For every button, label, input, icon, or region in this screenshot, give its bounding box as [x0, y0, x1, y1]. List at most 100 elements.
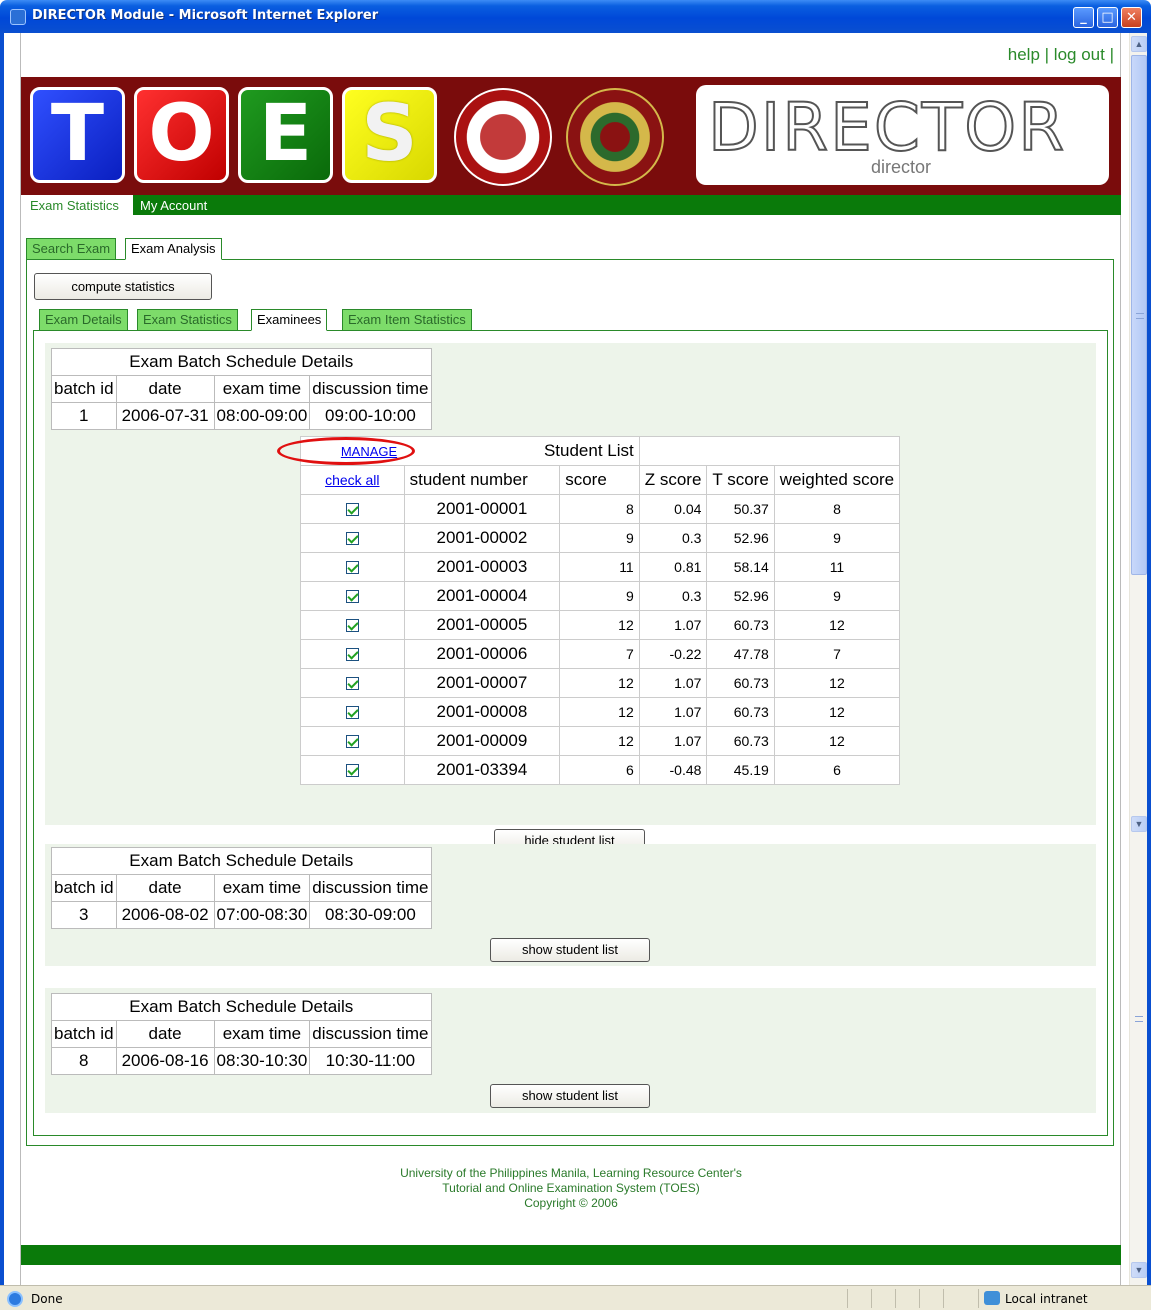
- col-discussion-time: discussion time: [309, 375, 432, 403]
- student-checkbox[interactable]: [345, 735, 359, 749]
- batch-exam-time: 08:00-09:00: [213, 402, 311, 430]
- student-checkbox[interactable]: [345, 532, 359, 546]
- student-score: 9: [559, 581, 640, 611]
- batch-date: 2006-08-16: [115, 1047, 215, 1075]
- batch-id: 3: [51, 901, 117, 929]
- menu-exam-statistics[interactable]: Exam Statistics: [30, 198, 119, 213]
- student-weighted-score: 6: [773, 755, 901, 785]
- help-link[interactable]: help: [1008, 45, 1040, 64]
- student-z-score: 1.07: [638, 610, 708, 640]
- batch-discussion-time: 09:00-10:00: [309, 402, 432, 430]
- schedule-title: Exam Batch Schedule Details: [51, 847, 432, 875]
- student-t-score: 60.73: [706, 697, 775, 727]
- student-list: MANAGE Student List check all student nu…: [300, 436, 901, 785]
- show-student-list-button[interactable]: show student list: [490, 938, 650, 962]
- scrollbar-thumb[interactable]: [1131, 55, 1147, 575]
- batch-schedule-table: Exam Batch Schedule Details batch id dat…: [51, 993, 432, 1075]
- batch-discussion-time: 10:30-11:00: [309, 1047, 432, 1075]
- show-student-list-button[interactable]: show student list: [490, 1084, 650, 1108]
- scroll-down-arrow-icon[interactable]: ▼: [1131, 1262, 1147, 1278]
- student-checkbox[interactable]: [345, 503, 359, 517]
- tab-search-exam[interactable]: Search Exam: [26, 238, 117, 260]
- footer-bar: [21, 1245, 1121, 1265]
- highlight-ellipse: [277, 437, 415, 465]
- footer-line-1: University of the Philippines Manila, Le…: [400, 1166, 742, 1180]
- minimize-button[interactable]: _: [1073, 7, 1094, 28]
- student-checkbox[interactable]: [345, 561, 359, 575]
- scroll-down-arrow-icon[interactable]: ▼: [1131, 816, 1147, 832]
- student-score: 6: [559, 755, 640, 785]
- student-z-score: 0.3: [638, 523, 708, 553]
- student-score: 9: [559, 523, 640, 553]
- check-all-link[interactable]: check all: [325, 472, 379, 488]
- student-row: 2001-00003 11 0.81 58.14 11: [300, 552, 901, 582]
- student-rows: 2001-00001 8 0.04 50.37 8 2001-00002 9 0.3 52.96…: [300, 494, 901, 785]
- student-number: 2001-00006: [403, 639, 561, 669]
- student-t-score: 45.19: [706, 755, 775, 785]
- col-student-number: student number: [403, 465, 561, 495]
- student-row: 2001-00004 9 0.3 52.96 9: [300, 581, 901, 611]
- status-separator: [895, 1289, 896, 1308]
- schedule-title: Exam Batch Schedule Details: [51, 993, 432, 1021]
- student-checkbox[interactable]: [345, 619, 359, 633]
- scroll-up-arrow-icon[interactable]: ▲: [1131, 36, 1147, 52]
- student-checkbox-cell: [300, 552, 405, 582]
- student-score: 11: [559, 552, 640, 582]
- scrollbar-grip-icon: [1135, 1016, 1143, 1022]
- student-checkbox[interactable]: [345, 677, 359, 691]
- student-t-score: 60.73: [706, 668, 775, 698]
- student-checkbox[interactable]: [345, 590, 359, 604]
- tab-examinees[interactable]: Examinees: [251, 309, 328, 331]
- col-batch-id: batch id: [51, 874, 117, 902]
- title-spacer: [639, 436, 901, 466]
- batch-date: 2006-07-31: [115, 402, 215, 430]
- student-score: 8: [559, 494, 640, 524]
- tab-exam-details[interactable]: Exam Details: [39, 309, 128, 331]
- university-seal: [566, 88, 664, 186]
- student-z-score: -0.22: [638, 639, 708, 669]
- tab-exam-statistics[interactable]: Exam Statistics: [137, 309, 238, 331]
- footer-line-2: Tutorial and Online Examination System (…: [442, 1181, 700, 1195]
- learning-resource-center-seal: [454, 88, 552, 186]
- compute-statistics-button[interactable]: compute statistics: [34, 273, 212, 300]
- student-z-score: 1.07: [638, 726, 708, 756]
- student-weighted-score: 12: [773, 610, 901, 640]
- vertical-scrollbar[interactable]: ▲ ▼ ▼: [1129, 33, 1147, 1285]
- link-separator: |: [1109, 45, 1114, 64]
- status-separator: [978, 1289, 979, 1308]
- student-t-score: 52.96: [706, 523, 775, 553]
- close-button[interactable]: ✕: [1121, 7, 1142, 28]
- logout-link[interactable]: log out: [1054, 45, 1105, 64]
- logo-tile-o: O: [134, 87, 229, 183]
- col-batch-id: batch id: [51, 1020, 117, 1048]
- batch-id: 8: [51, 1047, 117, 1075]
- menu-my-account[interactable]: My Account: [140, 198, 207, 213]
- student-t-score: 60.73: [706, 726, 775, 756]
- tab-exam-analysis[interactable]: Exam Analysis: [125, 238, 222, 260]
- status-separator: [919, 1289, 920, 1308]
- student-checkbox[interactable]: [345, 706, 359, 720]
- window-titlebar: DIRECTOR Module - Microsoft Internet Exp…: [0, 0, 1151, 33]
- student-weighted-score: 7: [773, 639, 901, 669]
- status-separator: [871, 1289, 872, 1308]
- col-batch-id: batch id: [51, 375, 117, 403]
- status-text: Done: [31, 1292, 63, 1306]
- ie-page-icon: [10, 9, 26, 25]
- status-separator: [943, 1289, 944, 1308]
- check-all-cell: check all: [300, 465, 405, 495]
- batch-discussion-time: 08:30-09:00: [309, 901, 432, 929]
- student-z-score: 0.04: [638, 494, 708, 524]
- col-discussion-time: discussion time: [309, 1020, 432, 1048]
- student-number: 2001-00003: [403, 552, 561, 582]
- col-t-score: T score: [706, 465, 775, 495]
- student-weighted-score: 12: [773, 697, 901, 727]
- student-row: 2001-00002 9 0.3 52.96 9: [300, 523, 901, 553]
- student-checkbox[interactable]: [345, 648, 359, 662]
- maximize-button[interactable]: □: [1097, 7, 1118, 28]
- tab-exam-item-statistics[interactable]: Exam Item Statistics: [342, 309, 472, 331]
- role-title: DIRECTOR: [707, 89, 1067, 166]
- student-t-score: 58.14: [706, 552, 775, 582]
- student-checkbox[interactable]: [345, 764, 359, 778]
- student-checkbox-cell: [300, 726, 405, 756]
- logo-tile-e: E: [238, 87, 333, 183]
